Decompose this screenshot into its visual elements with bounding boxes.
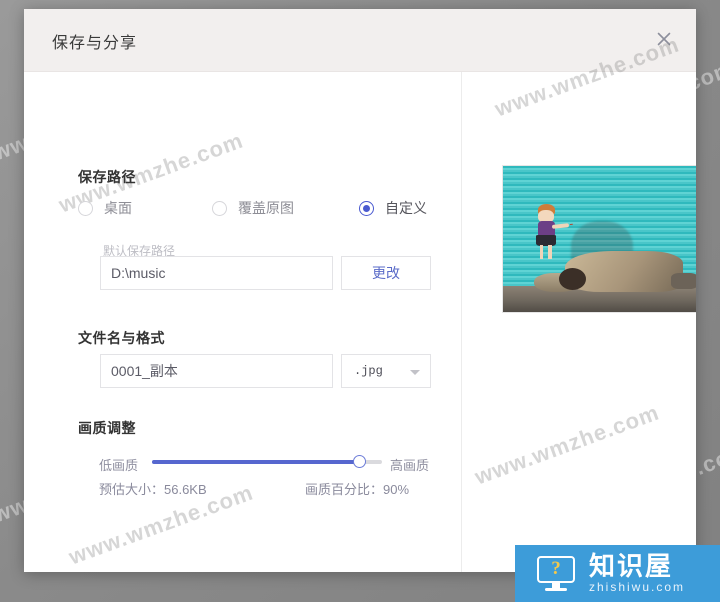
close-icon[interactable]: [648, 23, 680, 55]
radio-indicator-selected: [359, 200, 374, 216]
file-format-value: .jpg: [354, 364, 383, 378]
quality-heading: 画质调整: [78, 420, 136, 436]
sticker-leg: [548, 244, 553, 260]
quality-percent-label: 画质百分比：90%: [305, 482, 410, 497]
change-path-button[interactable]: 更改: [341, 256, 431, 290]
file-format-select[interactable]: .jpg: [341, 354, 431, 388]
save-path-input[interactable]: [100, 256, 333, 290]
sticker-held-object: [569, 223, 573, 225]
preview-cartoon-sticker: [528, 203, 573, 262]
file-name-input[interactable]: [100, 354, 333, 388]
logo-name-cn: 知识屋: [589, 550, 674, 581]
quality-slider[interactable]: [152, 455, 382, 468]
dialog-title: 保存与分享: [52, 35, 138, 52]
radio-label: 自定义: [385, 200, 427, 216]
settings-pane: www.wmzhe.com www.wmzhe.com 保存路径 桌面 覆盖原图…: [24, 72, 462, 572]
logo-text-group: 知识屋 zhishiwu.com: [589, 550, 686, 595]
estimated-size-label: 预估大小：56.6KB: [99, 482, 207, 497]
preview-image-content: [503, 166, 696, 312]
image-preview[interactable]: [502, 165, 696, 313]
watermark: www.wmzhe.com: [471, 399, 663, 490]
radio-option-desktop[interactable]: 桌面: [78, 198, 132, 218]
monitor-stand: [552, 582, 560, 588]
save-and-share-dialog: 保存与分享 www.wmzhe.com www.wmzhe.com 保存路径 桌…: [24, 9, 696, 572]
preview-shoe: [670, 272, 696, 289]
chevron-down-icon: [410, 370, 420, 375]
save-path-options: 桌面 覆盖原图 自定义: [78, 198, 448, 222]
preview-head: [558, 268, 586, 290]
sticker-leg: [539, 244, 544, 260]
radio-label: 桌面: [104, 200, 132, 216]
radio-option-overwrite[interactable]: 覆盖原图: [212, 198, 294, 218]
radio-indicator: [78, 200, 93, 216]
monitor-question-icon: ?: [537, 555, 575, 592]
quality-high-label: 高画质: [390, 458, 430, 473]
site-logo-badge: ? 知识屋 zhishiwu.com: [515, 545, 720, 602]
slider-fill: [152, 460, 359, 464]
dialog-titlebar: 保存与分享: [24, 9, 696, 72]
monitor-base: [545, 587, 567, 591]
logo-name-en: zhishiwu.com: [589, 580, 686, 595]
preview-pane: www.wmzhe.com www.wmzhe.com: [462, 32, 696, 572]
save-path-heading: 保存路径: [78, 169, 136, 185]
quality-low-label: 低画质: [99, 458, 139, 473]
slider-handle[interactable]: [353, 455, 366, 468]
dialog-body: www.wmzhe.com www.wmzhe.com 保存路径 桌面 覆盖原图…: [24, 32, 696, 572]
radio-option-custom[interactable]: 自定义: [359, 198, 427, 218]
radio-indicator: [212, 200, 227, 216]
radio-label: 覆盖原图: [238, 200, 294, 216]
sticker-arm: [551, 222, 573, 229]
file-name-heading: 文件名与格式: [78, 330, 165, 346]
question-mark-glyph: ?: [551, 558, 561, 579]
